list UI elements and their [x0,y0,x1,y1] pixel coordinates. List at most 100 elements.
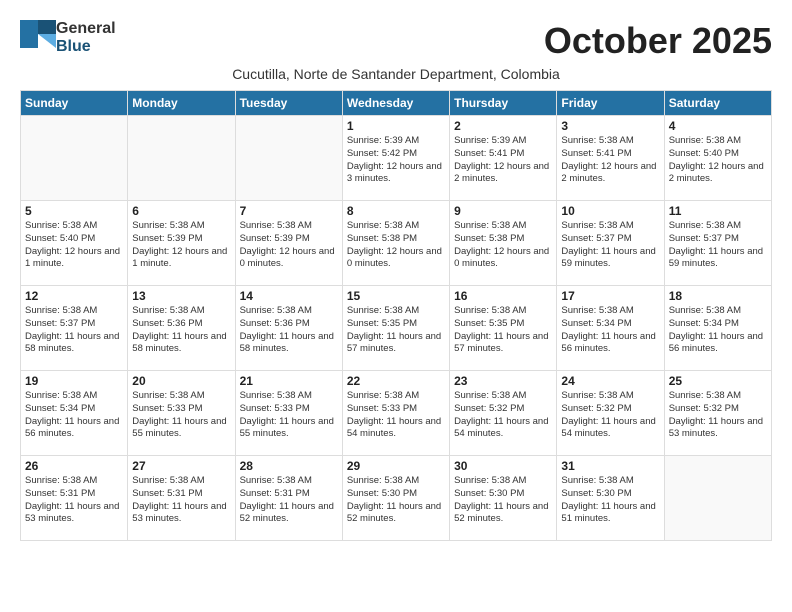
day-number: 15 [347,289,445,303]
day-info: Sunrise: 5:38 AM Sunset: 5:32 PM Dayligh… [669,390,767,441]
calendar-cell: 15Sunrise: 5:38 AM Sunset: 5:35 PM Dayli… [342,286,449,371]
calendar-cell: 18Sunrise: 5:38 AM Sunset: 5:34 PM Dayli… [664,286,771,371]
calendar-cell: 19 Sunrise: 5:38 AM Sunset: 5:34 PM Dayli… [21,371,128,456]
day-info: Sunrise: 5:38 AM Sunset: 5:40 PM Dayligh… [669,135,767,186]
day-number: 16 [454,289,552,303]
day-info: Sunrise: 5:38 AM Sunset: 5:37 PM Dayligh… [25,305,123,356]
day-number: 14 [240,289,338,303]
day-info: Sunrise: 5:38 AM Sunset: 5:32 PM Dayligh… [454,390,552,441]
calendar-cell: 13 Sunrise: 5:38 AM Sunset: 5:36 PM Dayli… [128,286,235,371]
day-info: Sunrise: 5:38 AM Sunset: 5:41 PM Dayligh… [561,135,659,186]
day-number: 21 [240,374,338,388]
day-header-friday: Friday [557,91,664,116]
calendar-cell: 2 Sunrise: 5:39 AM Sunset: 5:41 PM Daylig… [450,116,557,201]
day-number: 13 [132,289,230,303]
calendar-cell: 26 Sunrise: 5:38 AM Sunset: 5:31 PM Dayli… [21,456,128,541]
calendar-cell: 14 Sunrise: 5:38 AM Sunset: 5:36 PM Dayli… [235,286,342,371]
day-info: Sunrise: 5:38 AM Sunset: 5:40 PM Dayligh… [25,220,123,271]
calendar-cell: 30 Sunrise: 5:38 AM Sunset: 5:30 PM Dayli… [450,456,557,541]
day-number: 20 [132,374,230,388]
day-info: Sunrise: 5:38 AM Sunset: 5:34 PM Dayligh… [25,390,123,441]
day-number: 3 [561,119,659,133]
calendar-week-2: 5Sunrise: 5:38 AM Sunset: 5:40 PM Daylig… [21,201,772,286]
calendar-cell [21,116,128,201]
calendar-cell: 9 Sunrise: 5:38 AM Sunset: 5:38 PM Daylig… [450,201,557,286]
calendar-cell: 8 Sunrise: 5:38 AM Sunset: 5:38 PM Daylig… [342,201,449,286]
calendar-week-4: 19 Sunrise: 5:38 AM Sunset: 5:34 PM Dayli… [21,371,772,456]
logo: General Blue [20,20,116,55]
day-info: Sunrise: 5:38 AM Sunset: 5:36 PM Dayligh… [240,305,338,356]
calendar-cell: 29 Sunrise: 5:38 AM Sunset: 5:30 PM Dayli… [342,456,449,541]
calendar-table: SundayMondayTuesdayWednesdayThursdayFrid… [20,90,772,541]
calendar-title: October 2025 [544,20,772,62]
day-number: 7 [240,204,338,218]
calendar-cell: 21 Sunrise: 5:38 AM Sunset: 5:33 PM Dayli… [235,371,342,456]
day-number: 19 [25,374,123,388]
day-header-saturday: Saturday [664,91,771,116]
calendar-cell: 28 Sunrise: 5:38 AM Sunset: 5:31 PM Dayli… [235,456,342,541]
day-number: 31 [561,459,659,473]
day-header-thursday: Thursday [450,91,557,116]
day-header-tuesday: Tuesday [235,91,342,116]
day-info: Sunrise: 5:38 AM Sunset: 5:39 PM Dayligh… [132,220,230,271]
calendar-week-1: 1Sunrise: 5:39 AM Sunset: 5:42 PM Daylig… [21,116,772,201]
day-number: 24 [561,374,659,388]
day-info: Sunrise: 5:38 AM Sunset: 5:30 PM Dayligh… [347,475,445,526]
day-info: Sunrise: 5:38 AM Sunset: 5:39 PM Dayligh… [240,220,338,271]
day-number: 23 [454,374,552,388]
day-info: Sunrise: 5:38 AM Sunset: 5:38 PM Dayligh… [347,220,445,271]
day-number: 25 [669,374,767,388]
day-info: Sunrise: 5:38 AM Sunset: 5:31 PM Dayligh… [25,475,123,526]
day-info: Sunrise: 5:38 AM Sunset: 5:33 PM Dayligh… [240,390,338,441]
day-info: Sunrise: 5:38 AM Sunset: 5:36 PM Dayligh… [132,305,230,356]
day-number: 17 [561,289,659,303]
day-info: Sunrise: 5:38 AM Sunset: 5:30 PM Dayligh… [454,475,552,526]
day-number: 22 [347,374,445,388]
calendar-cell: 23 Sunrise: 5:38 AM Sunset: 5:32 PM Dayli… [450,371,557,456]
calendar-cell [128,116,235,201]
days-header-row: SundayMondayTuesdayWednesdayThursdayFrid… [21,91,772,116]
day-number: 6 [132,204,230,218]
calendar-cell: 22Sunrise: 5:38 AM Sunset: 5:33 PM Dayli… [342,371,449,456]
calendar-cell: 31 Sunrise: 5:38 AM Sunset: 5:30 PM Dayli… [557,456,664,541]
day-number: 11 [669,204,767,218]
calendar-cell: 6 Sunrise: 5:38 AM Sunset: 5:39 PM Daylig… [128,201,235,286]
day-info: Sunrise: 5:38 AM Sunset: 5:37 PM Dayligh… [669,220,767,271]
page-header: General Blue October 2025 [20,20,772,62]
calendar-cell: 3 Sunrise: 5:38 AM Sunset: 5:41 PM Daylig… [557,116,664,201]
calendar-cell: 1Sunrise: 5:39 AM Sunset: 5:42 PM Daylig… [342,116,449,201]
day-number: 28 [240,459,338,473]
day-number: 1 [347,119,445,133]
day-info: Sunrise: 5:38 AM Sunset: 5:31 PM Dayligh… [240,475,338,526]
day-number: 2 [454,119,552,133]
day-info: Sunrise: 5:38 AM Sunset: 5:38 PM Dayligh… [454,220,552,271]
day-number: 10 [561,204,659,218]
day-number: 30 [454,459,552,473]
day-info: Sunrise: 5:38 AM Sunset: 5:30 PM Dayligh… [561,475,659,526]
calendar-cell: 4Sunrise: 5:38 AM Sunset: 5:40 PM Daylig… [664,116,771,201]
calendar-cell: 24 Sunrise: 5:38 AM Sunset: 5:32 PM Dayli… [557,371,664,456]
day-number: 26 [25,459,123,473]
calendar-cell [235,116,342,201]
day-number: 29 [347,459,445,473]
calendar-cell: 10 Sunrise: 5:38 AM Sunset: 5:37 PM Dayli… [557,201,664,286]
day-header-monday: Monday [128,91,235,116]
calendar-cell: 16 Sunrise: 5:38 AM Sunset: 5:35 PM Dayli… [450,286,557,371]
calendar-cell: 27Sunrise: 5:38 AM Sunset: 5:31 PM Dayli… [128,456,235,541]
day-info: Sunrise: 5:38 AM Sunset: 5:33 PM Dayligh… [132,390,230,441]
logo-general: General [56,20,116,38]
day-number: 8 [347,204,445,218]
day-info: Sunrise: 5:38 AM Sunset: 5:37 PM Dayligh… [561,220,659,271]
calendar-cell: 17Sunrise: 5:38 AM Sunset: 5:34 PM Dayli… [557,286,664,371]
calendar-cell [664,456,771,541]
day-info: Sunrise: 5:38 AM Sunset: 5:35 PM Dayligh… [454,305,552,356]
calendar-week-5: 26 Sunrise: 5:38 AM Sunset: 5:31 PM Dayli… [21,456,772,541]
day-number: 18 [669,289,767,303]
calendar-cell: 7 Sunrise: 5:38 AM Sunset: 5:39 PM Daylig… [235,201,342,286]
logo-icon [20,20,56,55]
calendar-cell: 11 Sunrise: 5:38 AM Sunset: 5:37 PM Dayli… [664,201,771,286]
day-number: 9 [454,204,552,218]
day-info: Sunrise: 5:38 AM Sunset: 5:32 PM Dayligh… [561,390,659,441]
day-number: 12 [25,289,123,303]
day-info: Sunrise: 5:39 AM Sunset: 5:41 PM Dayligh… [454,135,552,186]
